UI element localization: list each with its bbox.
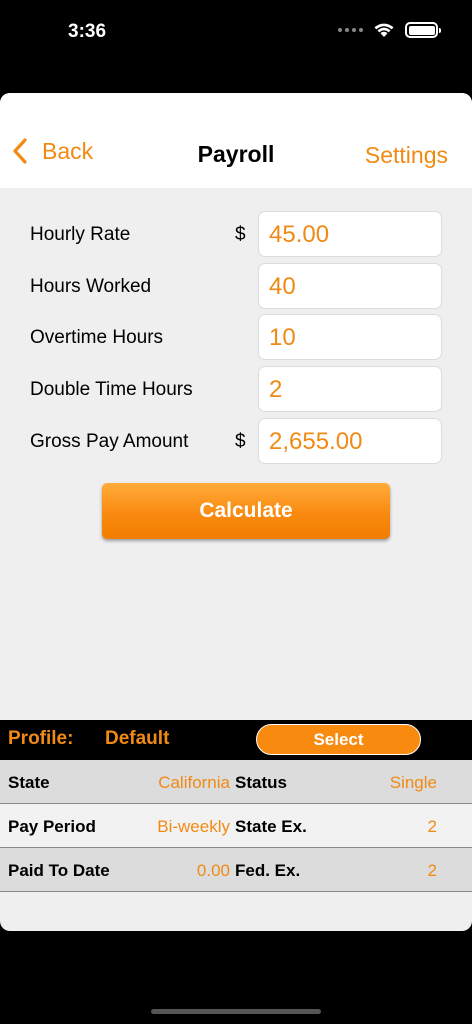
overtime-hours-label: Overtime Hours <box>30 327 164 348</box>
home-indicator[interactable] <box>151 1009 321 1014</box>
status-icons <box>338 22 441 38</box>
double-time-hours-label: Double Time Hours <box>30 379 193 400</box>
hours-worked-label: Hours Worked <box>30 276 152 297</box>
navigation-bar: Back Payroll Settings <box>0 93 472 188</box>
profile-label: Profile: <box>8 728 74 749</box>
status-bar: 3:36 <box>0 0 472 64</box>
pay-period-key: Pay Period <box>8 817 96 836</box>
status-key: Status <box>235 773 287 792</box>
select-profile-button[interactable]: Select <box>256 724 421 755</box>
signal-icon <box>338 28 363 32</box>
hourly-rate-input[interactable]: 45.00 <box>258 211 442 257</box>
info-row-pay-period: Pay Period Bi-weekly State Ex. 2 <box>0 804 472 848</box>
double-time-hours-input[interactable]: 2 <box>258 366 442 412</box>
state-value: California <box>158 773 230 792</box>
double-time-hours-row: Double Time Hours 2 <box>0 366 472 414</box>
hourly-rate-label: Hourly Rate <box>30 224 131 245</box>
state-ex-value: 2 <box>427 817 437 836</box>
status-value: Single <box>389 773 437 792</box>
paid-to-date-value: 0.00 <box>196 861 230 880</box>
profile-value: Default <box>105 728 170 749</box>
wifi-icon <box>374 23 394 37</box>
hours-worked-row: Hours Worked 40 <box>0 263 472 311</box>
info-row-paid-to-date: Paid To Date 0.00 Fed. Ex. 2 <box>0 848 472 892</box>
paid-to-date-key: Paid To Date <box>8 861 110 880</box>
profile-bar: Profile: Default Select <box>0 720 472 760</box>
status-time: 3:36 <box>68 21 107 42</box>
hourly-rate-currency: $ <box>235 224 246 245</box>
gross-pay-label: Gross Pay Amount <box>30 431 189 452</box>
hourly-rate-row: Hourly Rate $ 45.00 <box>0 211 472 259</box>
overtime-hours-input[interactable]: 10 <box>258 314 442 360</box>
state-ex-key: State Ex. <box>235 817 307 836</box>
payroll-sheet: Back Payroll Settings Hourly Rate $ 45.0… <box>0 93 472 931</box>
state-key: State <box>8 773 50 792</box>
pay-period-value: Bi-weekly <box>157 817 230 836</box>
calculate-button[interactable]: Calculate <box>102 483 390 539</box>
battery-icon <box>405 22 441 38</box>
fed-ex-key: Fed. Ex. <box>235 861 301 880</box>
gross-pay-row: Gross Pay Amount $ 2,655.00 <box>0 418 472 466</box>
settings-button[interactable]: Settings <box>365 142 448 169</box>
fed-ex-value: 2 <box>427 861 437 880</box>
overtime-hours-row: Overtime Hours 10 <box>0 314 472 362</box>
hours-worked-input[interactable]: 40 <box>258 263 442 309</box>
info-row-state: State California Status Single <box>0 760 472 804</box>
gross-pay-currency: $ <box>235 431 246 452</box>
gross-pay-input[interactable]: 2,655.00 <box>258 418 442 464</box>
